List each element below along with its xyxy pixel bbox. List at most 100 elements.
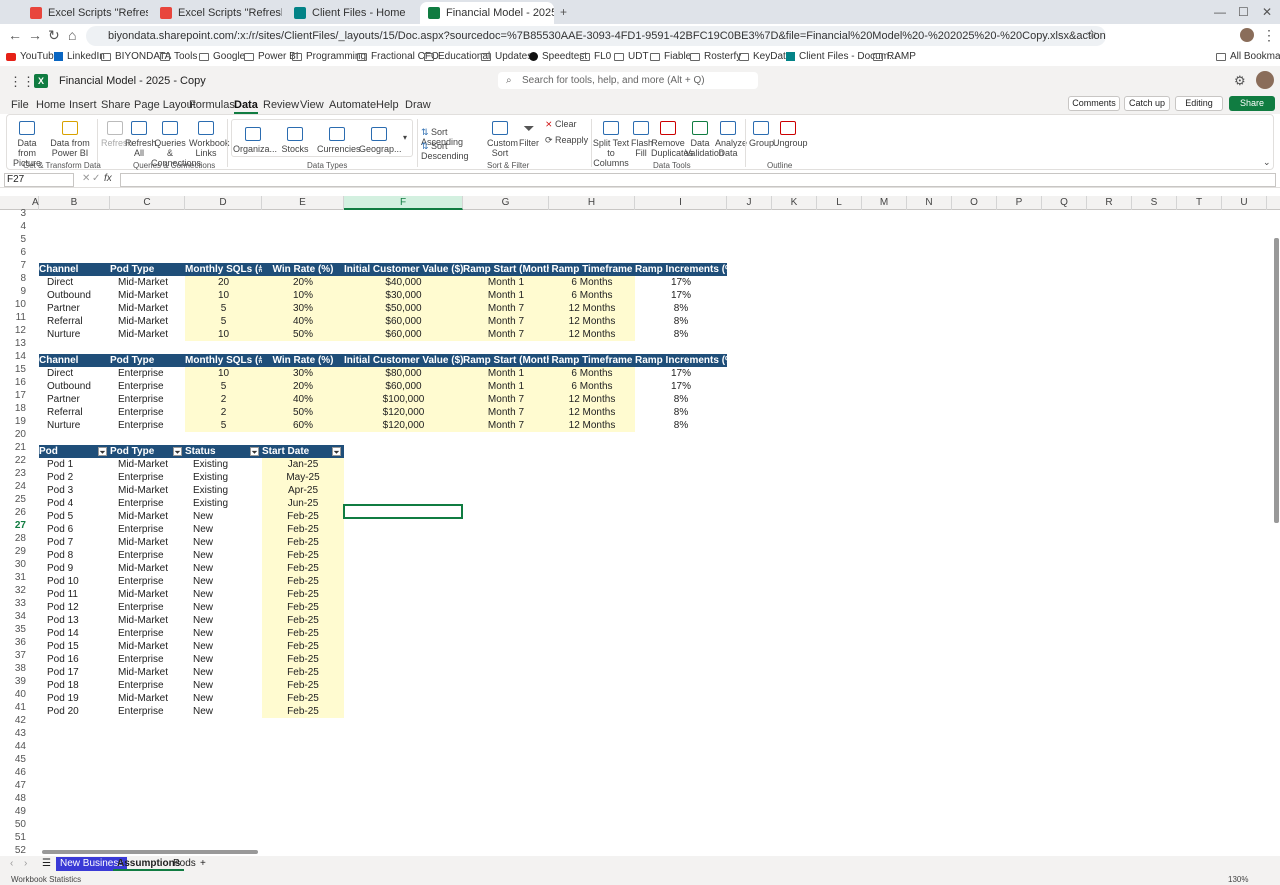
table-cell[interactable]: Pod 9	[39, 562, 110, 575]
catch-up-button[interactable]: Catch up	[1124, 96, 1170, 111]
row-header[interactable]: 6	[0, 247, 30, 258]
table-cell[interactable]: Mid-Market	[110, 315, 185, 328]
avatar[interactable]	[1240, 28, 1254, 42]
table-cell[interactable]: Outbound	[39, 380, 110, 393]
table-cell[interactable]: 12 Months	[549, 419, 635, 432]
table-cell[interactable]: Pod 13	[39, 614, 110, 627]
table-cell[interactable]: 12 Months	[549, 328, 635, 341]
table-cell[interactable]: Pod 4	[39, 497, 110, 510]
filter-dropdown-icon[interactable]: ⏷	[332, 447, 341, 457]
column-header-i[interactable]: I	[635, 196, 727, 210]
table-cell[interactable]: New	[185, 536, 262, 549]
table-cell[interactable]: $120,000	[344, 419, 463, 432]
row-header[interactable]: 16	[0, 377, 30, 388]
row-header[interactable]: 11	[0, 312, 30, 323]
table-cell[interactable]: Apr-25	[262, 484, 344, 497]
table-cell[interactable]: Feb-25	[262, 536, 344, 549]
table-cell[interactable]: Feb-25	[262, 627, 344, 640]
forward-icon[interactable]: →	[28, 27, 42, 43]
tab-help[interactable]: Help	[376, 99, 399, 111]
table-cell[interactable]: 10	[185, 289, 262, 302]
row-header[interactable]: 33	[0, 598, 30, 609]
next-sheet-icon[interactable]: ›	[20, 857, 31, 871]
table-cell[interactable]: $60,000	[344, 315, 463, 328]
row-header[interactable]: 43	[0, 728, 30, 739]
table-cell[interactable]: 10	[185, 328, 262, 341]
all-bookmarks[interactable]: All Bookmarks	[1216, 51, 1280, 62]
row-header[interactable]: 49	[0, 806, 30, 817]
table-cell[interactable]: Enterprise	[110, 393, 185, 406]
table-cell[interactable]: May-25	[262, 471, 344, 484]
table-cell[interactable]: Jan-25	[262, 458, 344, 471]
column-header-q[interactable]: Q	[1042, 196, 1087, 210]
row-header[interactable]: 41	[0, 702, 30, 713]
zoom-level[interactable]: 130%	[1228, 875, 1248, 884]
ungroup-button[interactable]: Ungroup	[773, 121, 808, 148]
table-cell[interactable]: New	[185, 601, 262, 614]
table-cell[interactable]: $60,000	[344, 328, 463, 341]
table-cell[interactable]: New	[185, 640, 262, 653]
row-header[interactable]: 26	[0, 507, 30, 518]
column-header-m[interactable]: M	[862, 196, 907, 210]
row-header[interactable]: 45	[0, 754, 30, 765]
table-cell[interactable]: Feb-25	[262, 692, 344, 705]
row-header[interactable]: 15	[0, 364, 30, 375]
tab-formulas[interactable]: Formulas	[189, 99, 235, 111]
browser-tab-3[interactable]: Client Files - Home	[286, 2, 416, 24]
table-cell[interactable]: Pod 11	[39, 588, 110, 601]
row-header[interactable]: 12	[0, 325, 30, 336]
table-cell[interactable]: Pod 14	[39, 627, 110, 640]
table-cell[interactable]: Enterprise	[110, 523, 185, 536]
row-header[interactable]: 13	[0, 338, 30, 349]
table-cell[interactable]: Enterprise	[110, 705, 185, 718]
table-cell[interactable]: New	[185, 575, 262, 588]
table-cell[interactable]: Mid-Market	[110, 458, 185, 471]
table-header-cell[interactable]: Channel	[39, 263, 110, 276]
table-cell[interactable]: Month 7	[463, 302, 549, 315]
table-cell[interactable]: Feb-25	[262, 510, 344, 523]
table-cell[interactable]: 12 Months	[549, 406, 635, 419]
row-header[interactable]: 8	[0, 273, 30, 284]
table-cell[interactable]: Mid-Market	[110, 484, 185, 497]
table-cell[interactable]: 8%	[635, 315, 727, 328]
column-header-g[interactable]: G	[463, 196, 549, 210]
tab-draw[interactable]: Draw	[405, 99, 431, 111]
column-header-o[interactable]: O	[952, 196, 997, 210]
reapply-button[interactable]: ⟳ Reapply	[545, 135, 589, 145]
tab-home[interactable]: Home	[36, 99, 65, 111]
table-cell[interactable]: Pod 10	[39, 575, 110, 588]
table-cell[interactable]: Feb-25	[262, 640, 344, 653]
column-header-c[interactable]: C	[110, 196, 185, 210]
table-cell[interactable]: Month 1	[463, 289, 549, 302]
table-cell[interactable]: New	[185, 510, 262, 523]
table-cell[interactable]: 60%	[262, 419, 344, 432]
add-sheet-icon[interactable]: +	[196, 857, 210, 871]
tab-file[interactable]: File	[11, 99, 29, 111]
table-cell[interactable]: Pod 12	[39, 601, 110, 614]
table-cell[interactable]: 17%	[635, 367, 727, 380]
bookmark-speedtest[interactable]: Speedtest	[529, 51, 587, 62]
geography-data-type-button[interactable]: Geograp...	[359, 127, 402, 154]
url-field[interactable]: biyondata.sharepoint.com/:x:/r/sites/Cli…	[86, 26, 1106, 46]
table-cell[interactable]: Mid-Market	[110, 302, 185, 315]
stocks-data-type-button[interactable]: Stocks	[277, 127, 313, 154]
table-cell[interactable]: New	[185, 653, 262, 666]
table-cell[interactable]: Enterprise	[110, 653, 185, 666]
table-cell[interactable]: $50,000	[344, 302, 463, 315]
table-cell[interactable]: Mid-Market	[110, 289, 185, 302]
name-box[interactable]: F27	[4, 173, 74, 187]
table-cell[interactable]: Enterprise	[110, 419, 185, 432]
table-cell[interactable]: New	[185, 523, 262, 536]
bookmark-folder[interactable]: UDT	[614, 51, 649, 62]
bookmark-folder[interactable]: Google	[199, 51, 245, 62]
table-cell[interactable]: Enterprise	[110, 367, 185, 380]
gear-icon[interactable]: ⚙	[1234, 73, 1246, 89]
bookmark-folder[interactable]: RAMP	[873, 51, 916, 62]
table-header-cell[interactable]: Ramp Increments (%)	[635, 354, 727, 367]
row-header[interactable]: 30	[0, 559, 30, 570]
table-header-cell[interactable]: Pod Type	[110, 445, 185, 458]
table-header-cell[interactable]: Ramp Start (Month)	[463, 354, 549, 367]
refresh-all-button[interactable]: Refresh All	[125, 121, 157, 158]
table-cell[interactable]: 10%	[262, 289, 344, 302]
table-cell[interactable]: 30%	[262, 302, 344, 315]
